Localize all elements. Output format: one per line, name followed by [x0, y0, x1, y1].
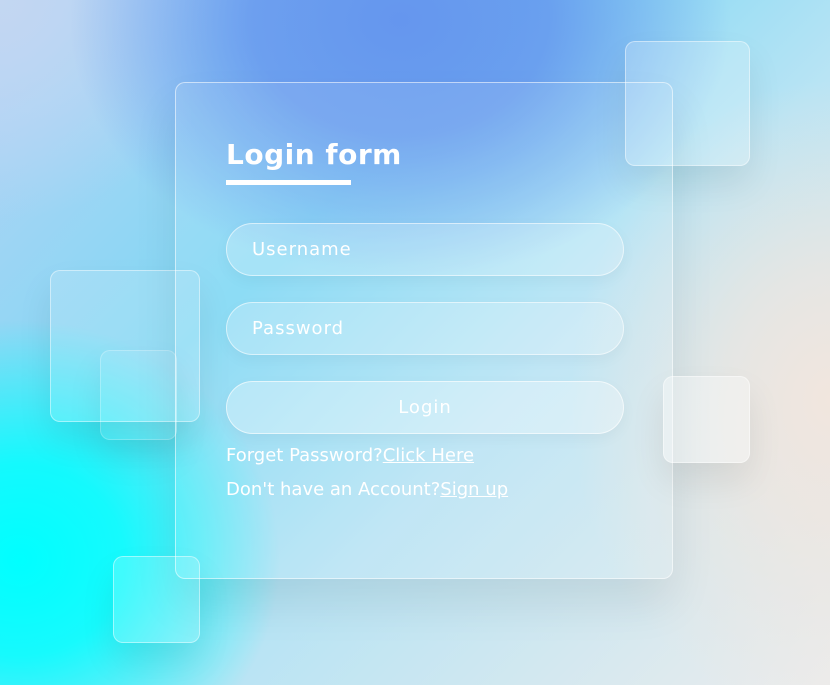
sign-up-link[interactable]: Sign up — [440, 479, 508, 500]
title-underline — [226, 180, 351, 185]
forgot-password-line: Forget Password?Click Here — [226, 443, 474, 469]
login-card: Login form Username Password Login Forge… — [175, 82, 673, 579]
signup-text: Don't have an Account? — [226, 479, 441, 500]
signup-line: Don't have an Account?Sign up — [226, 477, 508, 503]
decorative-square-right — [663, 376, 750, 463]
login-button[interactable]: Login — [226, 381, 624, 434]
password-input[interactable]: Password — [226, 302, 624, 355]
click-here-link[interactable]: Click Here — [383, 445, 474, 466]
decorative-square-bottom — [113, 556, 200, 643]
form-title: Login form — [226, 138, 402, 171]
username-input[interactable]: Username — [226, 223, 624, 276]
forgot-password-text: Forget Password? — [226, 445, 383, 466]
